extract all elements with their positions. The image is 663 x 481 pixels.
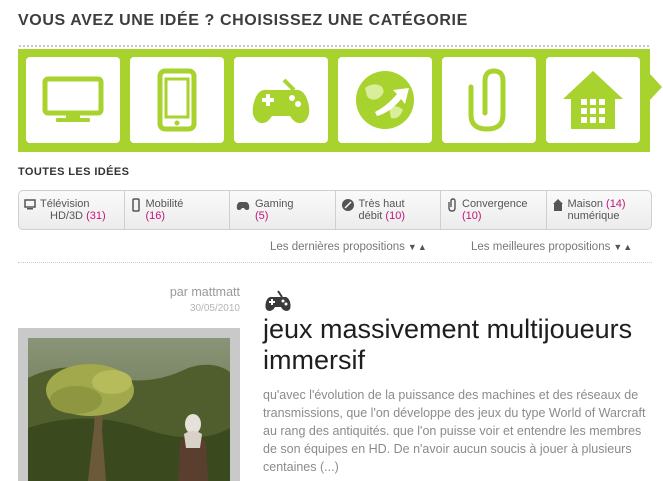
category-tile-gaming[interactable] bbox=[234, 57, 328, 143]
sort-latest-label: Les dernières propositions bbox=[270, 241, 405, 253]
filter-television[interactable]: Télévision HD/3D (31) bbox=[19, 191, 125, 229]
filter-count: (10) bbox=[462, 210, 482, 222]
category-tile-convergence[interactable] bbox=[442, 57, 536, 143]
sort-latest[interactable]: Les dernières propositions ▼▲ bbox=[270, 241, 427, 253]
gamepad-icon bbox=[236, 202, 250, 210]
house-icon bbox=[563, 71, 623, 129]
category-tile-television[interactable] bbox=[26, 57, 120, 143]
smartphone-icon bbox=[157, 68, 197, 132]
gamepad-icon bbox=[265, 290, 291, 311]
sort-divider bbox=[18, 262, 652, 263]
sort-down-icon[interactable]: ▼ bbox=[613, 242, 622, 252]
idea-title[interactable]: jeux massivement multijoueurs immersif bbox=[263, 314, 643, 376]
globe-arrow-icon bbox=[341, 199, 354, 211]
filter-label: Convergence bbox=[462, 198, 528, 210]
paperclip-icon bbox=[448, 198, 456, 212]
tv-icon bbox=[24, 199, 36, 210]
filter-label-line2: HD/3D bbox=[50, 210, 84, 222]
smartphone-icon bbox=[131, 198, 140, 212]
filter-label: Maison bbox=[567, 198, 603, 210]
filter-count: (14) bbox=[606, 198, 626, 210]
filter-label: Très haut bbox=[358, 198, 405, 210]
filter-count: (10) bbox=[385, 210, 405, 222]
idea-thumbnail[interactable] bbox=[18, 328, 240, 481]
globe-arrow-icon bbox=[356, 71, 414, 129]
idea-author[interactable]: par mattmatt bbox=[170, 285, 240, 299]
filter-mobility[interactable]: Mobilité (16) bbox=[125, 191, 230, 229]
sort-up-icon[interactable]: ▲ bbox=[418, 242, 427, 252]
house-icon bbox=[552, 199, 563, 211]
game-scene-image bbox=[28, 338, 230, 481]
filter-high-speed[interactable]: Très haut débit (10) bbox=[336, 191, 441, 229]
gamepad-icon bbox=[252, 78, 310, 124]
paperclip-icon bbox=[468, 68, 506, 132]
page-title: VOUS AVEZ UNE IDÉE ? CHOISISSEZ UNE CATÉ… bbox=[18, 12, 468, 29]
all-ideas-label: TOUTES LES IDÉES bbox=[18, 166, 130, 178]
category-filter-bar: Télévision HD/3D (31) Mobilité (16) Gami… bbox=[18, 190, 652, 230]
filter-label: Gaming bbox=[255, 198, 294, 210]
idea-excerpt: qu'avec l'évolution de la puissance des … bbox=[263, 388, 646, 474]
sort-best[interactable]: Les meilleures propositions ▼▲ bbox=[471, 241, 632, 253]
sort-best-label: Les meilleures propositions bbox=[471, 241, 611, 253]
category-tile-home[interactable] bbox=[546, 57, 640, 143]
sort-up-icon[interactable]: ▲ bbox=[623, 242, 632, 252]
category-tile-mobility[interactable] bbox=[130, 57, 224, 143]
category-tile-high-speed[interactable] bbox=[338, 57, 432, 143]
filter-convergence[interactable]: Convergence (10) bbox=[441, 191, 547, 229]
filter-label-line2: débit bbox=[358, 210, 383, 222]
sort-down-icon[interactable]: ▼ bbox=[408, 242, 417, 252]
tv-icon bbox=[42, 76, 104, 122]
filter-label: Mobilité bbox=[145, 198, 184, 210]
filter-label: Télévision bbox=[40, 198, 90, 210]
filter-count: (16) bbox=[145, 210, 166, 222]
banner-arrow bbox=[650, 74, 662, 100]
filter-home[interactable]: Maison (14) numérique bbox=[547, 191, 652, 229]
idea-date: 30/05/2010 bbox=[189, 303, 240, 314]
filter-count: (5) bbox=[255, 210, 269, 222]
filter-gaming[interactable]: Gaming (5) bbox=[230, 191, 336, 229]
filter-count: (31) bbox=[86, 210, 106, 222]
filter-label-line2: numérique bbox=[567, 210, 620, 222]
